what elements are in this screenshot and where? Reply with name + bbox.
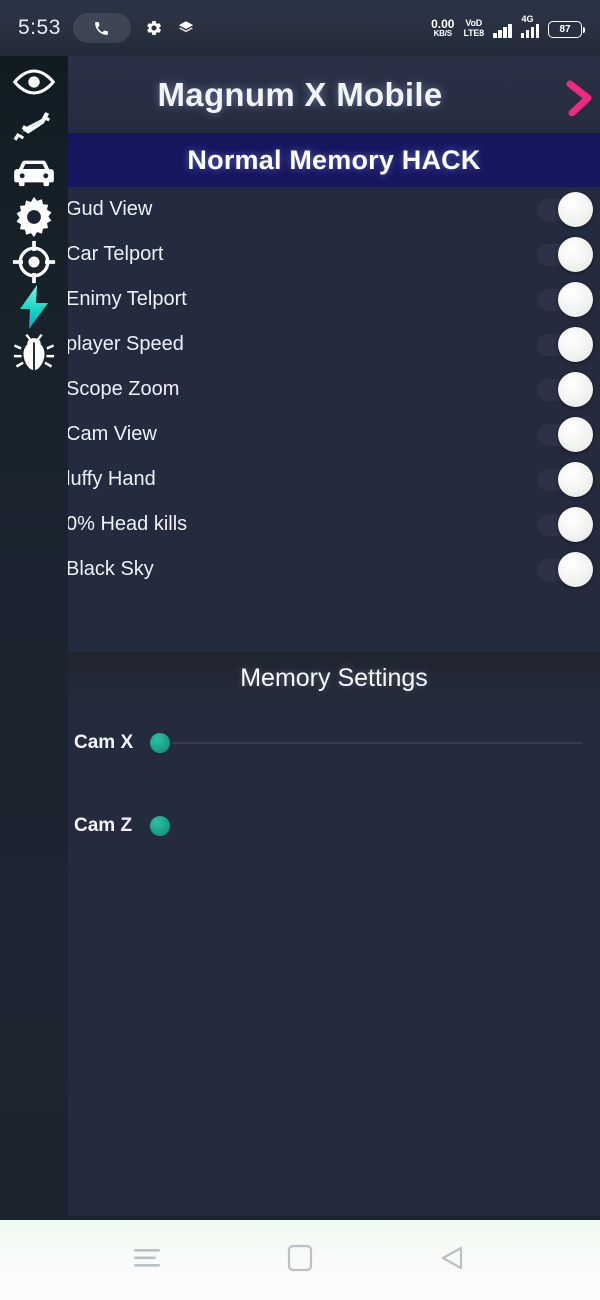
toggle-label: player Speed — [66, 333, 184, 355]
page-title: Magnum X Mobile — [157, 75, 443, 113]
slider-label: Cam X — [74, 732, 134, 753]
toggle-switch-scope-zoom[interactable] — [525, 372, 593, 408]
switch-thumb — [558, 327, 593, 362]
toggle-row-enimy-telport[interactable]: Enimy Telport — [66, 277, 600, 322]
battery-indicator: 87 — [548, 21, 585, 38]
switch-thumb — [558, 282, 593, 317]
slider-cam-z[interactable] — [150, 808, 600, 844]
android-navigation-bar — [0, 1220, 600, 1300]
close-x-icon[interactable] — [564, 80, 600, 117]
sidebar-item-speed[interactable] — [0, 284, 68, 335]
memory-settings-title: Memory Settings — [240, 663, 428, 692]
slider-row-cam-x[interactable]: Cam X — [68, 718, 600, 768]
nav-back-button[interactable] — [423, 1230, 483, 1290]
recents-menu-icon — [133, 1247, 161, 1274]
toggle-label: luffy Hand — [66, 468, 156, 490]
toggle-switch-luffy-hand[interactable] — [525, 462, 593, 498]
sidebar-item-aimbot[interactable] — [0, 240, 68, 289]
sidebar-item-esp-view[interactable] — [0, 62, 68, 107]
toggle-label: Gud View — [66, 198, 153, 220]
switch-thumb — [558, 462, 593, 497]
phone-call-icon — [72, 13, 131, 43]
switch-thumb — [558, 192, 593, 227]
toggle-switch-player-speed[interactable] — [525, 327, 593, 363]
toggle-label: Cam View — [66, 423, 157, 445]
status-bar-right: 0.00 KB/S VoD LTE8 4G 87 — [431, 14, 585, 38]
toggle-row-car-telport[interactable]: Car Telport — [66, 232, 600, 277]
toggle-label: 0% Head kills — [66, 513, 188, 535]
toggle-switch-head-kills[interactable] — [525, 507, 593, 543]
switch-thumb — [558, 507, 593, 542]
toggle-row-cam-view[interactable]: Cam View — [66, 412, 600, 457]
back-triangle-icon — [439, 1245, 467, 1276]
toggle-label: Car Telport — [66, 243, 164, 265]
eye-icon — [12, 68, 56, 101]
toggle-row-head-kills[interactable]: 0% Head kills — [66, 502, 600, 547]
slider-track — [172, 742, 582, 744]
switch-thumb — [558, 552, 593, 587]
navbar-divider — [0, 1216, 600, 1220]
rifle-icon — [11, 110, 57, 149]
volte-indicator: VoD LTE8 — [463, 18, 484, 38]
switch-thumb — [558, 237, 593, 272]
slider-label: Cam Z — [74, 815, 133, 836]
signal-bars-sim1-icon — [493, 23, 512, 38]
switch-thumb — [558, 417, 593, 452]
toggle-row-luffy-hand[interactable]: luffy Hand — [66, 457, 600, 502]
sidebar-item-weapon[interactable] — [0, 107, 68, 152]
status-bar: 5:53 0.00 KB/S VoD LTE8 4G 87 — [0, 0, 600, 56]
section-banner: Normal Memory HACK — [68, 133, 600, 187]
volte-line-2: LTE8 — [463, 27, 484, 38]
home-square-icon — [287, 1244, 313, 1277]
toggle-label: Black Sky — [66, 558, 154, 580]
nav-recents-button[interactable] — [117, 1230, 177, 1290]
memory-settings-header: Memory Settings — [68, 652, 600, 704]
gear-icon — [145, 19, 163, 37]
sidebar — [0, 56, 68, 1220]
slider-thumb[interactable] — [150, 816, 170, 836]
slider-cam-x[interactable] — [150, 725, 600, 761]
car-icon — [10, 155, 58, 194]
toggle-switch-black-sky[interactable] — [525, 552, 593, 588]
lightning-icon — [17, 284, 51, 335]
section-banner-title: Normal Memory HACK — [187, 144, 481, 175]
nav-home-button[interactable] — [270, 1230, 330, 1290]
status-clock: 5:53 — [18, 16, 61, 39]
toggle-row-gud-view[interactable]: Gud View — [66, 187, 600, 232]
slider-row-cam-z[interactable]: Cam Z — [68, 801, 600, 851]
status-bar-left: 5:53 — [18, 13, 195, 43]
slider-thumb[interactable] — [150, 733, 170, 753]
toggle-row-black-sky[interactable]: Black Sky — [66, 547, 600, 592]
sidebar-item-memory-hack[interactable] — [0, 332, 68, 377]
signal-bars-sim2-icon: 4G — [520, 14, 539, 38]
toggle-switch-gud-view[interactable] — [525, 192, 593, 228]
toggle-switch-enimy-telport[interactable] — [525, 282, 593, 318]
net-speed-unit: KB/S — [433, 29, 453, 38]
hack-toggle-list: Gud View Car Telport Enimy Telport playe… — [66, 187, 600, 592]
network-speed-indicator: 0.00 KB/S — [431, 18, 454, 38]
battery-level-label: 87 — [559, 24, 571, 35]
toggle-label: Enimy Telport — [66, 288, 187, 310]
crosshair-icon — [12, 240, 56, 289]
gear-icon — [12, 195, 56, 244]
sidebar-item-vehicle[interactable] — [0, 152, 68, 197]
window-title-bar: Magnum X Mobile — [0, 56, 600, 133]
toggle-switch-cam-view[interactable] — [525, 417, 593, 453]
bug-icon — [11, 330, 57, 379]
mod-menu-window: Magnum X Mobile Normal Memory HACK Gud V… — [0, 56, 600, 1220]
sidebar-item-settings[interactable] — [0, 195, 68, 244]
toggle-row-player-speed[interactable]: player Speed — [66, 322, 600, 367]
layers-icon — [177, 19, 195, 37]
toggle-label: Scope Zoom — [66, 378, 180, 400]
network-type-label: 4G — [521, 14, 534, 24]
switch-thumb — [558, 372, 593, 407]
toggle-row-scope-zoom[interactable]: Scope Zoom — [66, 367, 600, 412]
toggle-switch-car-telport[interactable] — [525, 237, 593, 273]
